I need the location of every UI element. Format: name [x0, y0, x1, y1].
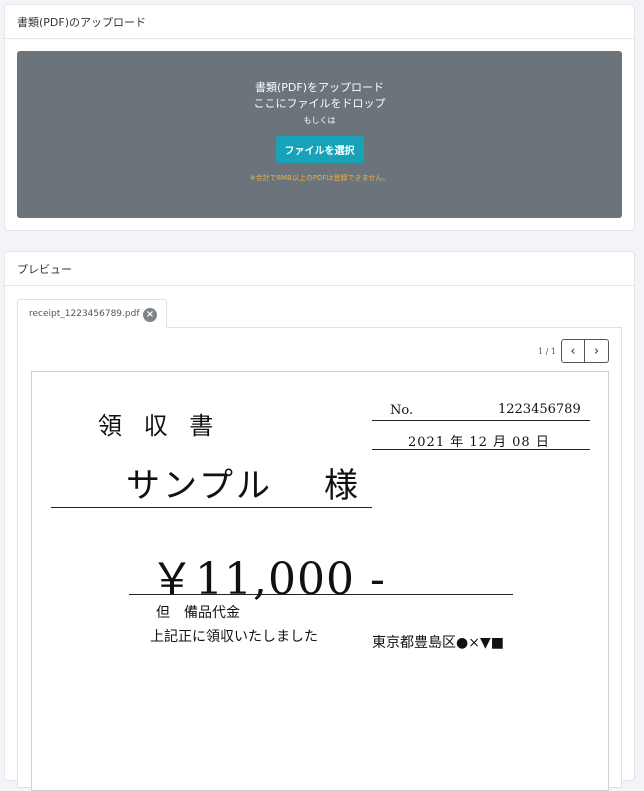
pagination: 1 / 1 ‹ › [538, 339, 609, 363]
tab-receipt-file[interactable]: receipt_1223456789.pdf × [17, 299, 167, 329]
pdf-page: 領 収 書 No. 1223456789 2021 年 12 月 08 日 サン… [31, 371, 609, 791]
size-limit-note: ※合計で8MB以上のPDFは登録できません。 [249, 174, 390, 182]
dropzone-title: 書類(PDF)をアップロード [254, 81, 384, 94]
receipt-note: 但 備品代金 [156, 605, 240, 621]
tab-filename: receipt_1223456789.pdf [29, 309, 140, 319]
customer-underline [51, 507, 372, 508]
receipt-no-label: No. [390, 403, 414, 418]
next-page-button[interactable]: › [585, 339, 609, 363]
received-statement: 上記正に領収いたしました [150, 629, 318, 645]
chevron-right-icon: › [593, 343, 600, 359]
close-circle-icon[interactable]: × [143, 308, 157, 322]
prev-page-button[interactable]: ‹ [561, 339, 585, 363]
pdf-viewer: 1 / 1 ‹ › 領 収 書 No. 1223456789 2021 年 12… [17, 328, 622, 791]
upload-card: 書類(PDF)のアップロード 書類(PDF)をアップロード ここにファイルをドロ… [4, 4, 635, 231]
pdf-dropzone[interactable]: 書類(PDF)をアップロード ここにファイルをドロップ もしくは ファイルを選択… [17, 51, 622, 218]
receipt-amount: ￥11,000 - [150, 554, 386, 605]
receipt-date: 2021 年 12 月 08 日 [408, 435, 550, 450]
page-indicator: 1 / 1 [538, 346, 556, 356]
dropzone-drop-text: ここにファイルをドロップ [253, 97, 386, 110]
honorific: 様 [324, 466, 358, 506]
customer-name: サンプル [126, 466, 273, 506]
chevron-left-icon: ‹ [570, 343, 576, 359]
receipt-title: 領 収 書 [98, 412, 221, 440]
select-file-button[interactable]: ファイルを選択 [275, 136, 364, 163]
divider-line [372, 420, 590, 421]
receipt-no-value: 1223456789 [498, 402, 581, 417]
upload-card-header: 書類(PDF)のアップロード [5, 5, 634, 39]
preview-card-header: プレビュー [5, 252, 634, 286]
divider-line [372, 449, 590, 450]
dropzone-or-text: もしくは [303, 116, 336, 125]
file-tab-bar: receipt_1223456789.pdf × [17, 298, 622, 329]
amount-underline [129, 594, 513, 595]
preview-card: プレビュー receipt_1223456789.pdf × 1 / 1 ‹ ›… [4, 251, 635, 791]
issuer-address: 東京都豊島区●×▼■ [372, 635, 504, 651]
